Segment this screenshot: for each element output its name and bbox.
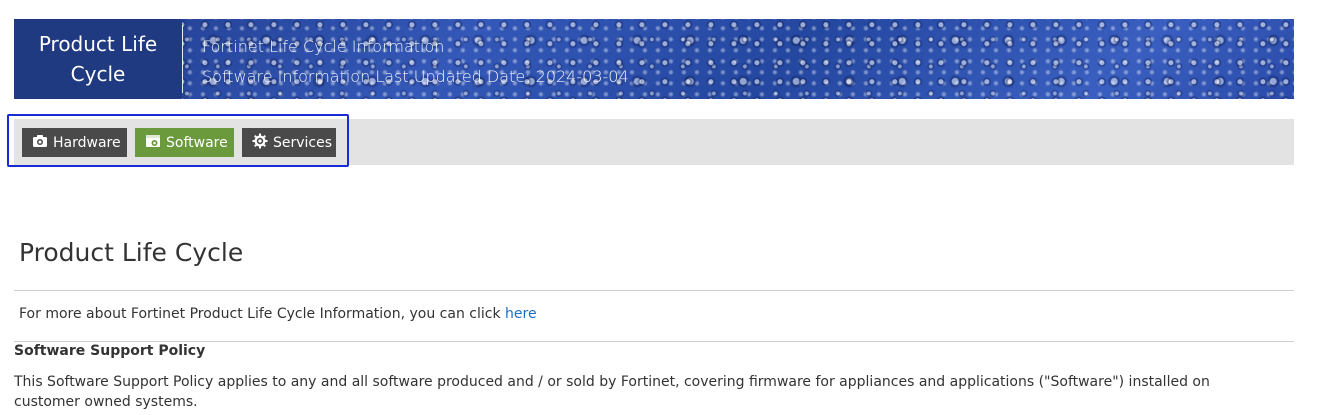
banner-info-line1: Fortinet Life Cycle Information xyxy=(202,37,445,56)
tab-software-label: Software xyxy=(166,134,228,151)
tab-hardware[interactable]: Hardware xyxy=(22,128,127,157)
divider xyxy=(14,341,1294,342)
banner-info-line2: Software Information Last Updated Date: … xyxy=(202,67,629,86)
tab-hardware-label: Hardware xyxy=(53,134,121,151)
tab-services-label: Services xyxy=(273,134,333,151)
more-info-link[interactable]: here xyxy=(505,306,537,322)
gear-icon xyxy=(252,133,268,153)
software-package-icon xyxy=(145,134,161,152)
header-banner: Product Life Cycle Fortinet Life Cycle I… xyxy=(14,19,1294,99)
tab-software[interactable]: Software xyxy=(135,128,234,157)
divider xyxy=(14,290,1294,291)
more-info-text: For more about Fortinet Product Life Cyc… xyxy=(19,306,537,322)
more-info-label: For more about Fortinet Product Life Cyc… xyxy=(19,306,506,322)
policy-text: This Software Support Policy applies to … xyxy=(14,374,1210,410)
camera-icon xyxy=(32,134,48,152)
policy-heading: Software Support Policy xyxy=(14,343,206,359)
banner-title-block: Product Life Cycle xyxy=(14,19,182,99)
banner-divider xyxy=(182,25,183,93)
banner-info: Fortinet Life Cycle Information Software… xyxy=(202,32,629,92)
page-title: Product Life Cycle xyxy=(19,238,244,267)
tab-services[interactable]: Services xyxy=(242,128,336,157)
banner-title: Product Life Cycle xyxy=(38,32,158,86)
